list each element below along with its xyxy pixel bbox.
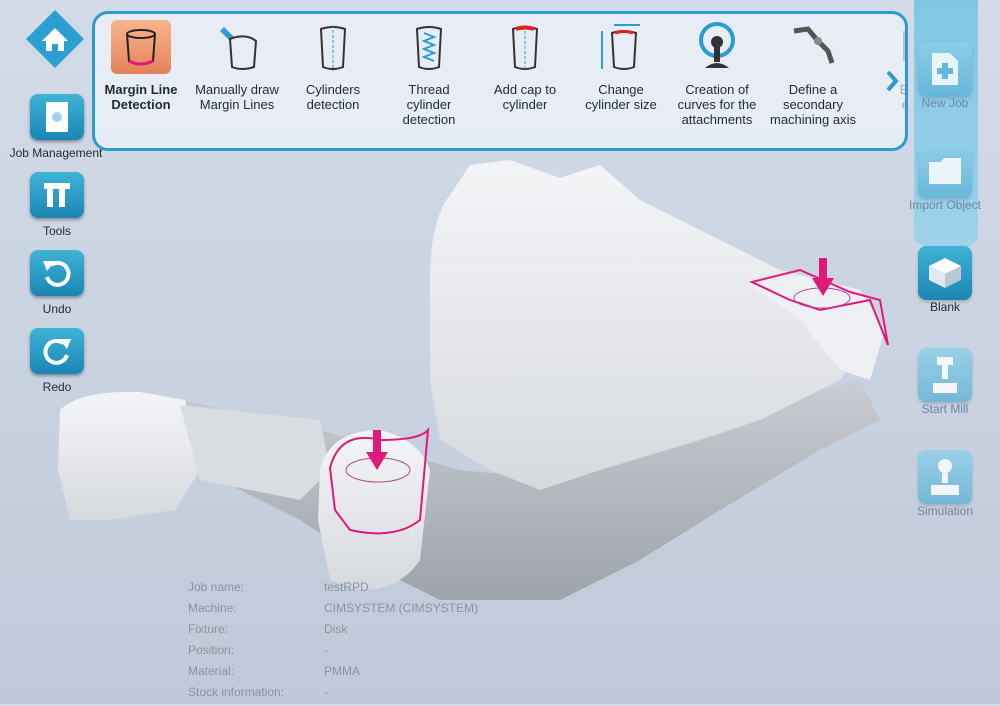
job-info-panel: Job name: testRPD Machine: CIMSYSTEM (CIMS… bbox=[188, 580, 588, 706]
job-info-value: - bbox=[324, 685, 328, 699]
job-info-key: Job name: bbox=[188, 580, 245, 594]
job-info-key: Fixture: bbox=[188, 622, 229, 636]
blank-button[interactable] bbox=[918, 246, 972, 300]
start-mill-label: Start Mill bbox=[921, 402, 969, 416]
job-info-row: Job name: testRPD bbox=[188, 580, 588, 601]
start-mill-button[interactable] bbox=[918, 348, 972, 402]
tool-thread-cylinder-detection[interactable]: Thread cylinder detection bbox=[383, 20, 475, 127]
tool-manually-draw-margin-lines[interactable]: Manually draw Margin Lines bbox=[191, 20, 283, 112]
redo-icon bbox=[43, 338, 71, 365]
tool-label-line: Define a bbox=[788, 82, 838, 97]
tool-label-line: Creation of bbox=[685, 82, 749, 97]
undo-icon bbox=[43, 260, 71, 287]
tools-button[interactable] bbox=[30, 172, 84, 218]
home-button[interactable] bbox=[24, 8, 86, 70]
job-info-value: - bbox=[324, 643, 328, 657]
folder-icon bbox=[929, 158, 961, 184]
tool-label-line: secondary bbox=[783, 97, 843, 112]
blank-label: Blank bbox=[929, 300, 961, 314]
tool-label-line: Margin Lines bbox=[199, 97, 275, 112]
import-object-button[interactable] bbox=[918, 144, 972, 198]
cylinder-icon bbox=[319, 25, 347, 71]
cap-icon bbox=[511, 25, 539, 70]
job-info-row: Machine: CIMSYSTEM (CIMSYSTEM) bbox=[188, 601, 588, 622]
mill-icon bbox=[933, 357, 957, 393]
job-info-key: Stock information: bbox=[188, 685, 285, 699]
new-job-button[interactable] bbox=[918, 42, 972, 96]
simulation-label: Simulation bbox=[916, 504, 974, 518]
dental-model[interactable] bbox=[58, 160, 889, 600]
tool-label-line: Detection bbox=[111, 97, 171, 112]
tool-cylinders-detection[interactable]: Cylinders detection bbox=[287, 20, 379, 112]
tool-label-line: Cylinders bbox=[305, 82, 361, 97]
job-info-value: testRPD bbox=[324, 580, 369, 594]
tool-add-cap-to-cylinder[interactable]: Add cap to cylinder bbox=[479, 20, 571, 112]
job-management-label: Job Management bbox=[9, 146, 103, 160]
redo-label: Redo bbox=[42, 380, 72, 394]
resize-cylinder-icon bbox=[601, 24, 640, 70]
tool-margin-line-detection[interactable]: Margin Line Detection bbox=[95, 20, 187, 112]
door-icon bbox=[46, 102, 68, 132]
undo-label: Undo bbox=[42, 302, 72, 316]
tools-label: Tools bbox=[42, 224, 71, 238]
blank-icon bbox=[929, 258, 961, 288]
new-job-icon bbox=[932, 53, 958, 85]
tool-label-line: detection bbox=[402, 112, 456, 127]
undo-button[interactable] bbox=[30, 250, 84, 296]
robot-arm-icon bbox=[793, 26, 835, 64]
job-info-key: Position: bbox=[188, 643, 235, 657]
job-info-value: Disk bbox=[324, 622, 348, 636]
tool-define-secondary-machining-axis[interactable]: Define a secondary machining axis bbox=[767, 20, 859, 127]
tool-label-line: cylinder bbox=[406, 97, 452, 112]
job-info-row: Material: PMMA bbox=[188, 664, 588, 685]
job-info-row: Fixture: Disk bbox=[188, 622, 588, 643]
tools-icon bbox=[44, 183, 70, 207]
tool-label-line: Add cap to bbox=[493, 82, 557, 97]
home-icon bbox=[26, 10, 84, 68]
ribbon-next-chevron-icon[interactable] bbox=[884, 70, 900, 92]
tool-label-line: Change bbox=[598, 82, 644, 97]
import-object-label: Import Object bbox=[908, 198, 982, 212]
tool-label-line: machining axis bbox=[770, 112, 856, 127]
pen-cylinder-icon bbox=[220, 27, 258, 70]
tool-label-line: Margin Line bbox=[104, 82, 178, 97]
tool-label-line: cylinder size bbox=[585, 97, 657, 112]
tool-label-line: Manually draw bbox=[195, 82, 279, 97]
tool-change-cylinder-size[interactable]: Change cylinder size bbox=[575, 20, 667, 112]
edit-icon bbox=[903, 31, 905, 61]
tool-label-line: Thread bbox=[408, 82, 450, 97]
simulation-button[interactable] bbox=[918, 450, 972, 504]
tool-label-line: curves for the bbox=[677, 97, 757, 112]
job-management-button[interactable] bbox=[30, 94, 84, 140]
joystick-icon bbox=[699, 22, 735, 68]
job-info-key: Material: bbox=[188, 664, 235, 678]
tool-edit-partial[interactable]: Edien bbox=[863, 20, 905, 112]
job-info-value: CIMSYSTEM (CIMSYSTEM) bbox=[324, 601, 479, 615]
tool-label-line: detection bbox=[306, 97, 360, 112]
job-info-row: Position: - bbox=[188, 643, 588, 664]
tool-creation-of-curves[interactable]: Creation of curves for the attachments bbox=[671, 20, 763, 127]
job-info-value: PMMA bbox=[324, 664, 360, 678]
tool-ribbon: Margin Line Detection Manually draw Margin… bbox=[92, 11, 908, 151]
redo-button[interactable] bbox=[30, 328, 84, 374]
tool-label-line: attachments bbox=[681, 112, 753, 127]
new-job-label: New Job bbox=[921, 96, 969, 110]
job-info-key: Machine: bbox=[188, 601, 237, 615]
tool-label-line: en bbox=[863, 97, 905, 112]
job-info-row: Stock information: - bbox=[188, 685, 588, 706]
simulation-icon bbox=[931, 459, 959, 495]
thread-icon bbox=[415, 26, 443, 70]
tool-label-line: cylinder bbox=[502, 97, 548, 112]
margin-line-icon bbox=[126, 29, 156, 66]
